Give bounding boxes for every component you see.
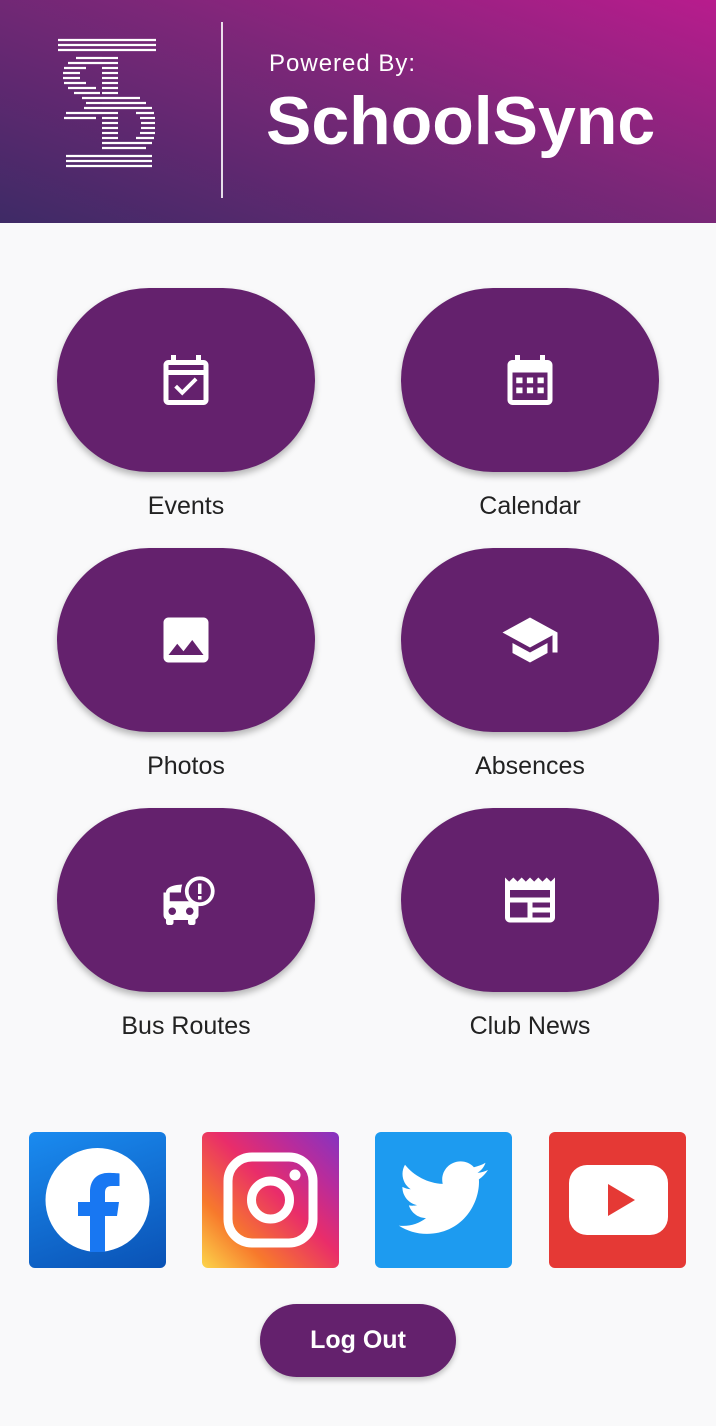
calendar-check-icon — [163, 355, 209, 405]
newspaper-icon — [505, 877, 555, 923]
absences-button[interactable] — [401, 548, 659, 732]
instagram-button[interactable] — [202, 1132, 339, 1268]
youtube-button[interactable] — [549, 1132, 686, 1268]
menu-tile-calendar[interactable]: Calendar — [401, 288, 659, 521]
schoolsync-logo-icon — [58, 38, 156, 168]
header-divider — [221, 22, 223, 198]
menu-tile-absences[interactable]: Absences — [401, 548, 659, 781]
facebook-icon — [45, 1148, 150, 1252]
brand-name: SchoolSync — [266, 83, 656, 159]
twitter-button[interactable] — [375, 1132, 512, 1268]
twitter-icon — [398, 1161, 488, 1234]
events-button[interactable] — [57, 288, 315, 472]
calendar-grid-icon — [507, 355, 553, 405]
photos-label: Photos — [147, 752, 225, 780]
logout-button[interactable]: Log Out — [260, 1304, 456, 1377]
menu-tile-events[interactable]: Events — [57, 288, 315, 521]
facebook-button[interactable] — [29, 1132, 166, 1268]
photos-button[interactable] — [57, 548, 315, 732]
graduation-cap-icon — [502, 617, 558, 663]
club-news-label: Club News — [469, 1012, 591, 1040]
bus-routes-button[interactable] — [57, 808, 315, 992]
bus-alert-icon — [163, 876, 215, 925]
youtube-icon — [569, 1165, 668, 1235]
app-header: Powered By: SchoolSync — [0, 0, 716, 223]
menu-tile-photos[interactable]: Photos — [57, 548, 315, 781]
powered-by-text: Powered By: — [269, 50, 417, 77]
calendar-button[interactable] — [401, 288, 659, 472]
image-icon — [163, 617, 209, 663]
absences-label: Absences — [475, 752, 585, 780]
events-label: Events — [147, 492, 225, 520]
menu-tile-club-news[interactable]: Club News — [401, 808, 659, 1041]
club-news-button[interactable] — [401, 808, 659, 992]
bus-routes-label: Bus Routes — [121, 1012, 251, 1040]
calendar-label: Calendar — [479, 492, 581, 520]
instagram-icon — [223, 1152, 318, 1248]
menu-tile-bus-routes[interactable]: Bus Routes — [57, 808, 315, 1041]
